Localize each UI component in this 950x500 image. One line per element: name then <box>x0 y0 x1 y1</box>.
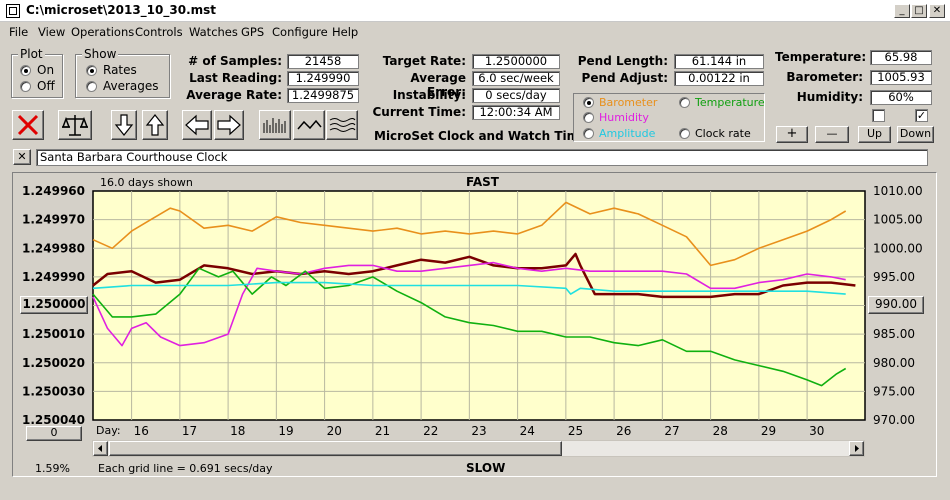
x-tick-label: 18 <box>230 424 245 438</box>
x-tick-label: 20 <box>327 424 342 438</box>
right-tick-label: 985.00 <box>873 327 915 341</box>
right-tick-label: 975.00 <box>873 384 915 398</box>
right-tick-label: 1000.00 <box>873 241 923 255</box>
x-tick-label: 29 <box>761 424 776 438</box>
x-tick-label: 23 <box>471 424 486 438</box>
x-tick-label: 22 <box>423 424 438 438</box>
x-tick-label: 28 <box>713 424 728 438</box>
left-tick-label: 1.250030 <box>22 384 85 398</box>
x-tick-label: 21 <box>375 424 390 438</box>
x-tick-label: 27 <box>664 424 679 438</box>
left-tick-label: 1.249960 <box>22 184 85 198</box>
x-tick-label: 24 <box>520 424 535 438</box>
right-tick-label: 970.00 <box>873 413 915 427</box>
right-tick-label: 980.00 <box>873 356 915 370</box>
left-tick-label: 1.250010 <box>22 327 85 341</box>
left-tick-label: 1.250040 <box>22 413 85 427</box>
x-tick-label: 25 <box>568 424 583 438</box>
x-tick-label: 19 <box>278 424 293 438</box>
left-tick-label: 1.249990 <box>22 270 85 284</box>
x-tick-label: 30 <box>809 424 824 438</box>
right-tick-label: 1010.00 <box>873 184 923 198</box>
left-tick-label: 1.249970 <box>22 213 85 227</box>
left-tick-label: 1.250020 <box>22 356 85 370</box>
x-tick-label: 17 <box>182 424 197 438</box>
right-tick-label: 1005.00 <box>873 213 923 227</box>
right-tick-label: 995.00 <box>873 270 915 284</box>
x-tick-label: 16 <box>134 424 149 438</box>
left-tick-label: 1.249980 <box>22 241 85 255</box>
rate-chart: 1.249960 1010.00 1.249970 1005.00 1.249980 10… <box>22 184 923 438</box>
x-tick-label: 26 <box>616 424 631 438</box>
